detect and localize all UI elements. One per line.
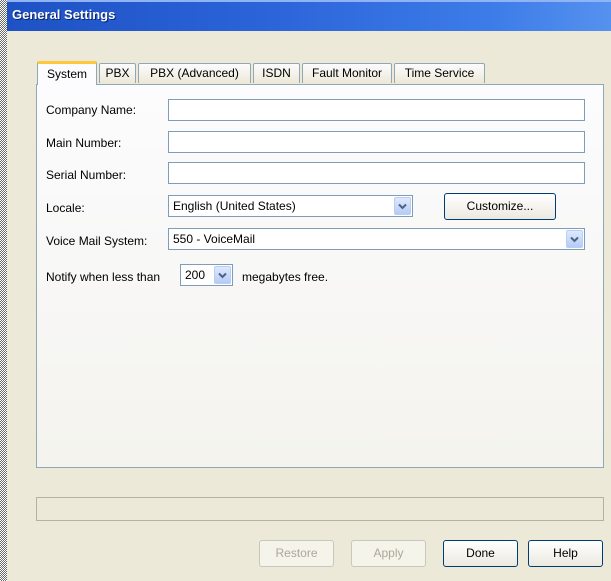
notify-suffix-label: megabytes free.: [242, 270, 329, 284]
main-number-label: Main Number:: [46, 136, 122, 150]
voice-mail-system-dropdown[interactable]: 550 - VoiceMail: [168, 228, 585, 250]
tab-system[interactable]: System: [37, 61, 97, 85]
serial-number-field[interactable]: [168, 162, 585, 184]
company-name-field[interactable]: [168, 99, 585, 121]
voice-mail-system-value: 550 - VoiceMail: [173, 232, 256, 246]
notify-threshold-dropdown[interactable]: 200: [180, 264, 233, 286]
notify-threshold-value: 200: [185, 268, 206, 282]
company-name-label: Company Name:: [46, 103, 137, 117]
restore-button[interactable]: Restore: [259, 540, 334, 567]
desktop-background: [0, 0, 7, 581]
locale-value: English (United States): [173, 199, 296, 213]
main-number-field[interactable]: [168, 131, 585, 153]
apply-button[interactable]: Apply: [351, 540, 426, 567]
voice-mail-system-label: Voice Mail System:: [46, 234, 148, 248]
chevron-down-icon[interactable]: [566, 230, 583, 248]
tab-fault-monitor[interactable]: Fault Monitor: [302, 63, 392, 83]
system-tab-panel: Company Name: Main Number: Serial Number…: [36, 84, 604, 468]
done-button[interactable]: Done: [443, 540, 518, 567]
window-title: General Settings: [12, 7, 116, 22]
customize-button[interactable]: Customize...: [444, 193, 556, 220]
tab-time-service[interactable]: Time Service: [394, 63, 485, 83]
chevron-down-icon[interactable]: [214, 266, 231, 284]
tab-pbx-advanced[interactable]: PBX (Advanced): [138, 63, 251, 83]
general-settings-window: General Settings System PBX PBX (Advance…: [7, 0, 611, 581]
help-button[interactable]: Help: [528, 540, 603, 567]
status-bar: [36, 497, 604, 521]
tab-isdn[interactable]: ISDN: [253, 63, 300, 83]
title-bar[interactable]: General Settings: [7, 0, 611, 31]
chevron-down-icon[interactable]: [394, 197, 411, 215]
locale-dropdown[interactable]: English (United States): [168, 195, 413, 217]
serial-number-label: Serial Number:: [46, 168, 127, 182]
tab-pbx[interactable]: PBX: [99, 63, 136, 83]
notify-prefix-label: Notify when less than: [46, 270, 161, 284]
locale-label: Locale:: [46, 201, 85, 215]
